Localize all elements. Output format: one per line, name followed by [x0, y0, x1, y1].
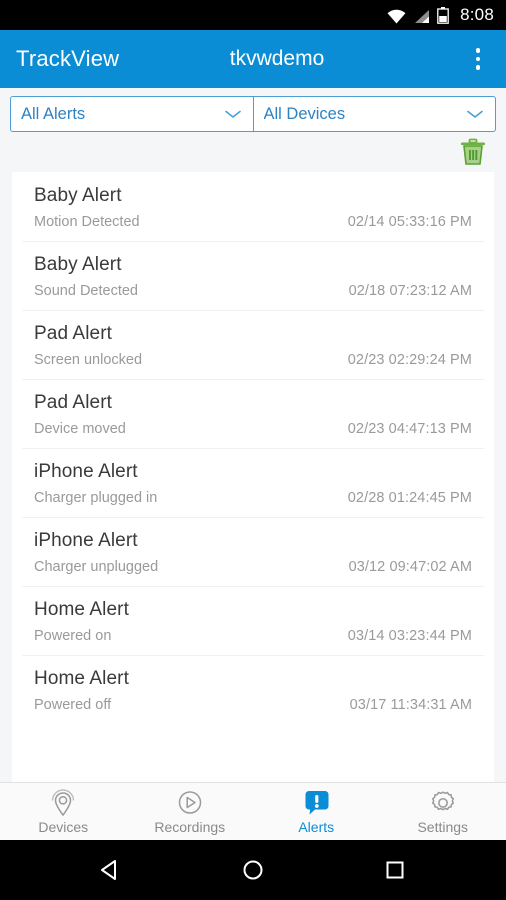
- alert-title: Home Alert: [34, 599, 129, 620]
- recents-square-icon: [386, 861, 404, 879]
- alerts-list: Baby Alert Motion Detected 02/14 05:33:16 …: [12, 172, 494, 782]
- overflow-menu-button[interactable]: [464, 42, 492, 76]
- overflow-dot: [475, 65, 481, 70]
- tab-alerts[interactable]: Alerts: [253, 789, 380, 835]
- overflow-dot: [475, 48, 481, 53]
- alert-description: Charger unplugged: [34, 559, 159, 575]
- bottom-tab-bar: Devices Recordings Alerts Settings: [0, 782, 506, 840]
- location-pin-icon: [48, 788, 78, 817]
- alert-row[interactable]: Baby Alert Sound Detected 02/18 07:23:12 A…: [12, 241, 494, 310]
- overflow-dot: [475, 56, 481, 62]
- home-circle-icon: [243, 860, 263, 880]
- alert-title: Home Alert: [34, 668, 129, 689]
- back-triangle-icon: [101, 860, 116, 880]
- tab-recordings[interactable]: Recordings: [127, 789, 254, 835]
- alert-description: Motion Detected: [34, 214, 140, 230]
- gear-icon: [428, 789, 458, 817]
- alert-description: Device moved: [34, 421, 126, 437]
- alert-title: iPhone Alert: [34, 461, 138, 482]
- alert-title: iPhone Alert: [34, 530, 138, 551]
- alert-meta: Powered on 03/14 03:23:44 PM: [34, 628, 472, 644]
- alert-title: Pad Alert: [34, 392, 113, 413]
- alerts-list-container[interactable]: Baby Alert Motion Detected 02/14 05:33:16 …: [0, 172, 506, 782]
- status-bar-icons: [387, 6, 449, 24]
- alert-description: Sound Detected: [34, 283, 138, 299]
- tab-settings[interactable]: Settings: [380, 789, 506, 835]
- cell-signal-icon: [415, 9, 430, 23]
- alert-title: Baby Alert: [34, 254, 122, 275]
- device-filter-dropdown[interactable]: All Devices: [252, 96, 496, 132]
- alert-description: Screen unlocked: [34, 352, 143, 368]
- back-button[interactable]: [88, 847, 134, 893]
- tab-label: Alerts: [298, 818, 335, 835]
- tab-label: Devices: [38, 818, 89, 835]
- alert-timestamp: 02/23 04:47:13 PM: [347, 421, 472, 437]
- alert-row[interactable]: Pad Alert Screen unlocked 02/23 02:29:24 P…: [12, 310, 494, 379]
- alert-timestamp: 02/14 05:33:16 PM: [347, 214, 472, 230]
- alert-meta: Motion Detected 02/14 05:33:16 PM: [34, 214, 472, 230]
- alert-meta: Charger plugged in 02/28 01:24:45 PM: [34, 490, 472, 506]
- status-bar: 8:08: [0, 0, 506, 30]
- chevron-down-icon: [467, 110, 483, 118]
- alert-meta: Powered off 03/17 11:34:31 AM: [34, 697, 472, 713]
- filter-bar: All Alerts All Devices: [0, 88, 506, 132]
- alert-meta: Charger unplugged 03/12 09:47:02 AM: [34, 559, 472, 575]
- alert-row[interactable]: iPhone Alert Charger plugged in 02/28 01:2…: [12, 448, 494, 517]
- alert-row[interactable]: Home Alert Powered on 03/14 03:23:44 PM: [12, 586, 494, 655]
- alert-meta: Screen unlocked 02/23 02:29:24 PM: [34, 352, 472, 368]
- recents-button[interactable]: [372, 847, 418, 893]
- alert-row[interactable]: iPhone Alert Charger unplugged 03/12 09:47…: [12, 517, 494, 586]
- main-content: All Alerts All Devices Baby Alert Motion…: [0, 88, 506, 840]
- play-circle-icon: [175, 789, 205, 817]
- alert-row[interactable]: Home Alert Powered off 03/17 11:34:31 AM: [12, 655, 494, 724]
- app-bar: TrackView tkvwdemo: [0, 30, 506, 88]
- status-bar-clock: 8:08: [460, 5, 494, 24]
- alert-type-filter-dropdown[interactable]: All Alerts: [10, 96, 253, 132]
- alert-meta: Sound Detected 02/18 07:23:12 AM: [34, 283, 472, 299]
- alert-title: Baby Alert: [34, 185, 122, 206]
- alert-title: Pad Alert: [34, 323, 113, 344]
- alert-timestamp: 03/14 03:23:44 PM: [347, 628, 472, 644]
- tab-label: Settings: [417, 818, 469, 835]
- trash-icon: [461, 138, 485, 165]
- alert-type-filter-value: All Alerts: [21, 104, 86, 123]
- phone-screen: 8:08 TrackView tkvwdemo All Alerts All D…: [0, 0, 506, 900]
- system-navigation-bar: [0, 840, 506, 900]
- alert-timestamp: 02/28 01:24:45 PM: [347, 490, 472, 506]
- alert-meta: Device moved 02/23 04:47:13 PM: [34, 421, 472, 437]
- alert-description: Charger plugged in: [34, 490, 158, 506]
- home-button[interactable]: [230, 847, 276, 893]
- alert-timestamp: 02/18 07:23:12 AM: [348, 283, 472, 299]
- tab-label: Recordings: [154, 818, 226, 835]
- app-title: TrackView: [16, 46, 120, 71]
- alert-timestamp: 02/23 02:29:24 PM: [347, 352, 472, 368]
- alert-description: Powered on: [34, 628, 112, 644]
- battery-icon: [437, 6, 449, 24]
- alert-timestamp: 03/17 11:34:31 AM: [349, 697, 472, 713]
- alert-timestamp: 03/12 09:47:02 AM: [348, 559, 472, 575]
- alert-row[interactable]: Pad Alert Device moved 02/23 04:47:13 PM: [12, 379, 494, 448]
- tab-devices[interactable]: Devices: [0, 788, 127, 835]
- alert-bubble-icon: [301, 789, 331, 817]
- delete-all-button[interactable]: [458, 137, 488, 167]
- alert-row[interactable]: Baby Alert Motion Detected 02/14 05:33:16 …: [12, 172, 494, 241]
- alert-description: Powered off: [34, 697, 112, 713]
- device-filter-value: All Devices: [263, 104, 346, 123]
- wifi-icon: [387, 9, 406, 23]
- chevron-down-icon: [224, 110, 241, 118]
- toolbar-actions: [0, 132, 506, 172]
